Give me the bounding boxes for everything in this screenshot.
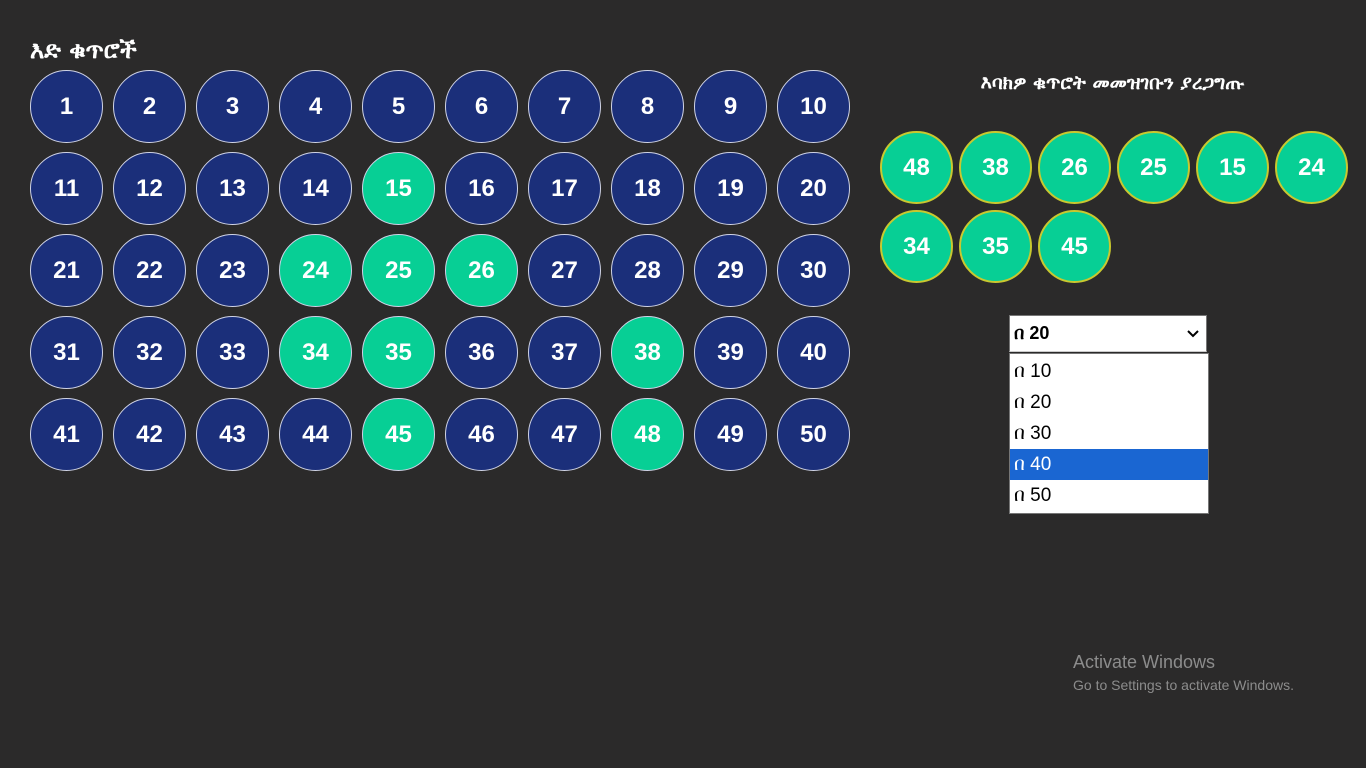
- number-ball-37[interactable]: 37: [528, 316, 601, 389]
- number-ball-44[interactable]: 44: [279, 398, 352, 471]
- number-ball-15[interactable]: 15: [362, 152, 435, 225]
- number-ball-2[interactable]: 2: [113, 70, 186, 143]
- bet-amount-selected-value: በ 20: [1014, 323, 1050, 343]
- chosen-number-26[interactable]: 26: [1038, 131, 1111, 204]
- number-ball-47[interactable]: 47: [528, 398, 601, 471]
- number-ball-35[interactable]: 35: [362, 316, 435, 389]
- number-ball-10[interactable]: 10: [777, 70, 850, 143]
- number-ball-11[interactable]: 11: [30, 152, 103, 225]
- chosen-number-24[interactable]: 24: [1275, 131, 1348, 204]
- chevron-down-icon: [1186, 327, 1200, 341]
- number-ball-42[interactable]: 42: [113, 398, 186, 471]
- number-ball-17[interactable]: 17: [528, 152, 601, 225]
- number-ball-41[interactable]: 41: [30, 398, 103, 471]
- number-ball-12[interactable]: 12: [113, 152, 186, 225]
- chosen-number-34[interactable]: 34: [880, 210, 953, 283]
- number-board: 1 2 3 4 5 6 7 8 9 10 11 12 13 14 15 16 17 18 19 20 21 22 23 24 2…: [30, 70, 850, 471]
- number-ball-49[interactable]: 49: [694, 398, 767, 471]
- number-ball-28[interactable]: 28: [611, 234, 684, 307]
- page-title: እድ ቁጥሮች: [30, 36, 137, 64]
- number-ball-4[interactable]: 4: [279, 70, 352, 143]
- number-ball-26[interactable]: 26: [445, 234, 518, 307]
- bet-option-5[interactable]: በ 50: [1010, 480, 1208, 511]
- chosen-number-45[interactable]: 45: [1038, 210, 1111, 283]
- chosen-number-35[interactable]: 35: [959, 210, 1032, 283]
- number-ball-39[interactable]: 39: [694, 316, 767, 389]
- number-ball-21[interactable]: 21: [30, 234, 103, 307]
- number-ball-14[interactable]: 14: [279, 152, 352, 225]
- number-ball-27[interactable]: 27: [528, 234, 601, 307]
- number-ball-30[interactable]: 30: [777, 234, 850, 307]
- number-ball-16[interactable]: 16: [445, 152, 518, 225]
- bet-option-3[interactable]: በ 30: [1010, 418, 1208, 449]
- number-ball-45[interactable]: 45: [362, 398, 435, 471]
- chosen-number-48[interactable]: 48: [880, 131, 953, 204]
- number-ball-9[interactable]: 9: [694, 70, 767, 143]
- chosen-numbers-list: 48 38 26 25 15 24 34 35 45: [880, 131, 1350, 283]
- watermark-subtitle: Go to Settings to activate Windows.: [1073, 677, 1294, 693]
- bet-amount-select[interactable]: በ 20: [1009, 315, 1207, 352]
- number-ball-24[interactable]: 24: [279, 234, 352, 307]
- number-ball-31[interactable]: 31: [30, 316, 103, 389]
- number-ball-38[interactable]: 38: [611, 316, 684, 389]
- chosen-number-15[interactable]: 15: [1196, 131, 1269, 204]
- windows-activation-watermark: Activate Windows Go to Settings to activ…: [1073, 652, 1294, 693]
- number-ball-33[interactable]: 33: [196, 316, 269, 389]
- chosen-numbers-title: እባክዎ ቁጥሮት መመዝገቡን ያረጋግጡ: [980, 72, 1245, 94]
- bet-option-1[interactable]: በ 10: [1010, 356, 1208, 387]
- number-ball-13[interactable]: 13: [196, 152, 269, 225]
- number-ball-36[interactable]: 36: [445, 316, 518, 389]
- number-ball-40[interactable]: 40: [777, 316, 850, 389]
- number-ball-1[interactable]: 1: [30, 70, 103, 143]
- number-ball-23[interactable]: 23: [196, 234, 269, 307]
- number-ball-6[interactable]: 6: [445, 70, 518, 143]
- chosen-number-38[interactable]: 38: [959, 131, 1032, 204]
- bet-amount-options: በ 10 በ 20 በ 30 በ 40 በ 50: [1009, 353, 1209, 514]
- number-ball-32[interactable]: 32: [113, 316, 186, 389]
- number-ball-43[interactable]: 43: [196, 398, 269, 471]
- number-ball-19[interactable]: 19: [694, 152, 767, 225]
- bet-option-2[interactable]: በ 20: [1010, 387, 1208, 418]
- number-ball-29[interactable]: 29: [694, 234, 767, 307]
- number-ball-46[interactable]: 46: [445, 398, 518, 471]
- number-ball-22[interactable]: 22: [113, 234, 186, 307]
- number-ball-50[interactable]: 50: [777, 398, 850, 471]
- number-ball-34[interactable]: 34: [279, 316, 352, 389]
- number-ball-25[interactable]: 25: [362, 234, 435, 307]
- number-ball-8[interactable]: 8: [611, 70, 684, 143]
- number-ball-7[interactable]: 7: [528, 70, 601, 143]
- number-ball-20[interactable]: 20: [777, 152, 850, 225]
- number-ball-18[interactable]: 18: [611, 152, 684, 225]
- bet-option-4[interactable]: በ 40: [1010, 449, 1208, 480]
- chosen-number-25[interactable]: 25: [1117, 131, 1190, 204]
- number-ball-3[interactable]: 3: [196, 70, 269, 143]
- watermark-title: Activate Windows: [1073, 652, 1216, 672]
- number-ball-5[interactable]: 5: [362, 70, 435, 143]
- number-ball-48[interactable]: 48: [611, 398, 684, 471]
